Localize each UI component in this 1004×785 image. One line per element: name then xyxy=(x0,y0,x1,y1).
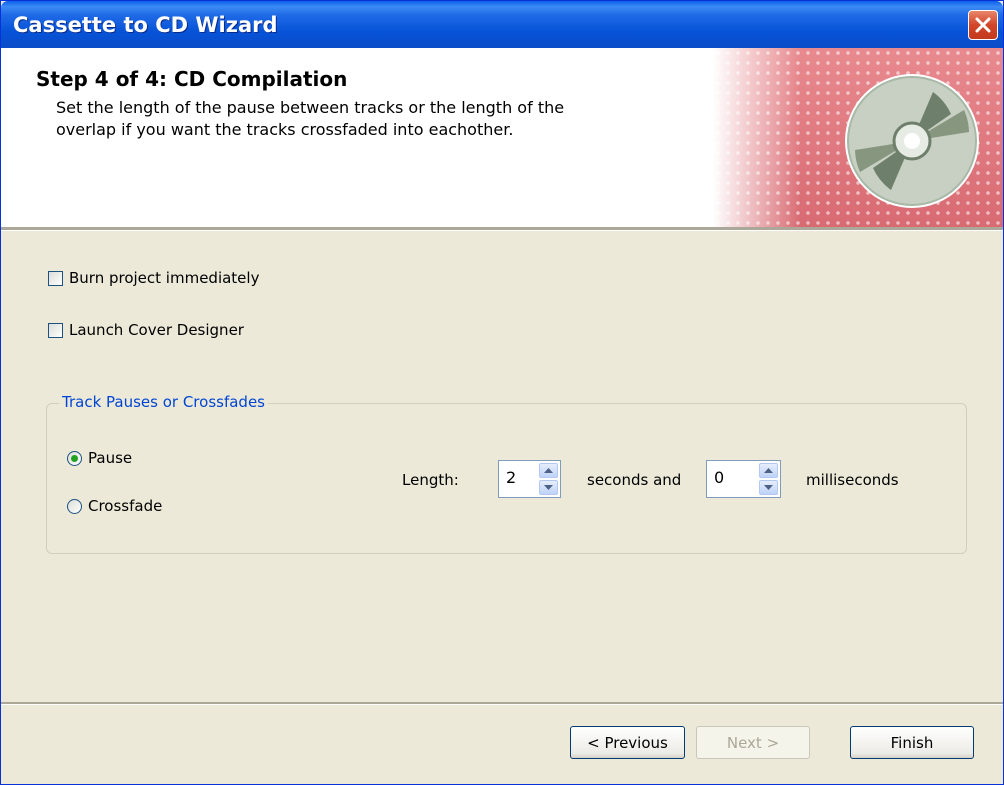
crossfade-label: Crossfade xyxy=(88,497,163,515)
length-label: Length: xyxy=(402,471,459,489)
seconds-decrement-button[interactable] xyxy=(539,480,558,495)
header-divider xyxy=(1,227,1003,231)
burn-immediately-checkbox[interactable] xyxy=(48,270,63,286)
seconds-label: seconds and xyxy=(587,471,682,489)
burn-immediately-label: Burn project immediately xyxy=(69,269,260,287)
footer-divider xyxy=(1,702,1003,705)
seconds-spin-buttons xyxy=(539,463,558,495)
title-bar[interactable]: Cassette to CD Wizard xyxy=(1,1,1003,48)
step-description-line1: Set the length of the pause between trac… xyxy=(56,98,565,117)
crossfade-radio[interactable] xyxy=(67,498,82,514)
launch-cover-designer-option[interactable]: Launch Cover Designer xyxy=(48,319,244,341)
wizard-window: Cassette to CD Wizard Step 4 of 4: CD Co… xyxy=(0,0,1004,785)
milliseconds-spinbox[interactable]: 0 xyxy=(706,460,781,498)
cd-icon xyxy=(843,72,981,215)
milliseconds-value[interactable]: 0 xyxy=(714,468,724,487)
pause-option[interactable]: Pause xyxy=(67,447,132,469)
launch-cover-designer-label: Launch Cover Designer xyxy=(69,321,244,339)
milliseconds-decrement-button[interactable] xyxy=(759,480,778,495)
chevron-up-icon xyxy=(764,468,773,473)
chevron-down-icon xyxy=(544,485,553,490)
step-description: Set the length of the pause between trac… xyxy=(56,97,676,141)
chevron-down-icon xyxy=(764,485,773,490)
close-button[interactable] xyxy=(968,10,998,40)
seconds-value[interactable]: 2 xyxy=(506,468,516,487)
next-button[interactable]: Next > xyxy=(696,726,810,759)
milliseconds-spin-buttons xyxy=(759,463,778,495)
pause-label: Pause xyxy=(88,449,133,467)
wizard-header: Step 4 of 4: CD Compilation Set the leng… xyxy=(1,48,1003,227)
finish-button[interactable]: Finish xyxy=(850,726,974,759)
track-pauses-legend: Track Pauses or Crossfades xyxy=(59,393,268,411)
seconds-spinbox[interactable]: 2 xyxy=(498,460,561,498)
step-title: Step 4 of 4: CD Compilation xyxy=(36,67,348,91)
window-title: Cassette to CD Wizard xyxy=(13,13,278,37)
chevron-up-icon xyxy=(544,468,553,473)
milliseconds-label: milliseconds xyxy=(806,471,899,489)
launch-cover-designer-checkbox[interactable] xyxy=(48,322,63,338)
previous-button[interactable]: < Previous xyxy=(570,726,685,759)
crossfade-option[interactable]: Crossfade xyxy=(67,495,162,517)
seconds-increment-button[interactable] xyxy=(539,463,558,478)
milliseconds-increment-button[interactable] xyxy=(759,463,778,478)
step-description-line2: overlap if you want the tracks crossfade… xyxy=(56,120,514,139)
pause-radio[interactable] xyxy=(67,450,82,466)
burn-immediately-option[interactable]: Burn project immediately xyxy=(48,267,259,289)
